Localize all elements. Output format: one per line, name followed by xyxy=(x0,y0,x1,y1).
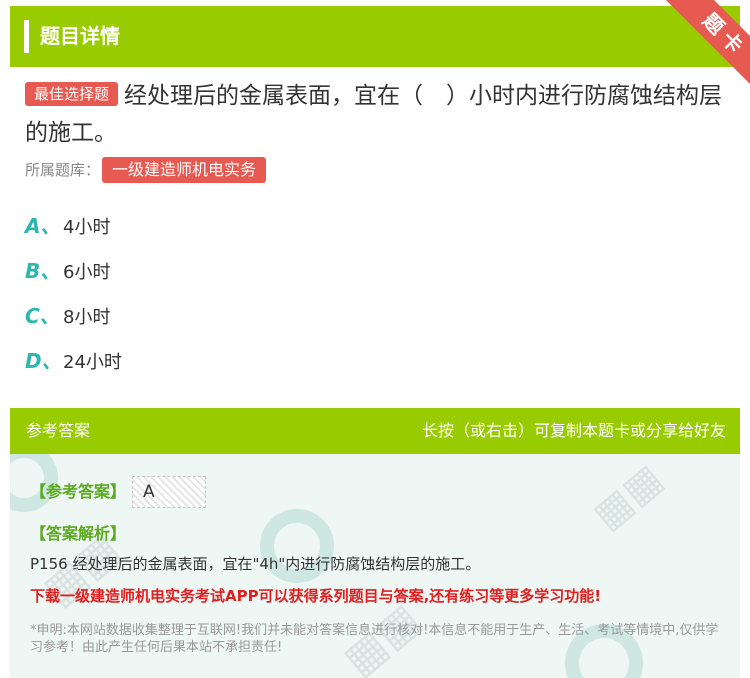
corner-badge: 题卡 xyxy=(659,0,750,90)
question-bank-link[interactable]: 一级建造师机电实务 xyxy=(102,157,267,183)
option-letter: C、 xyxy=(25,304,60,328)
answer-section-header: 参考答案 长按（或右击）可复制本题卡或分享给好友 xyxy=(10,408,740,454)
question-type-badge: 最佳选择题 xyxy=(25,82,119,106)
answer-section-body: ▦▦ ▦▦ ▦▦ 【参考答案】 A 【答案解析】 P156 经处理后的金属表面，… xyxy=(10,454,740,678)
page-header: 题目详情 xyxy=(10,6,740,67)
answer-value[interactable]: A xyxy=(132,476,206,508)
answer-section-title: 参考答案 xyxy=(26,421,91,440)
watermark-pattern: ▦▦ xyxy=(584,455,672,539)
option-a[interactable]: A、 4小时 xyxy=(25,211,110,241)
page-title: 题目详情 xyxy=(40,24,120,48)
question-card-corner: 题卡 xyxy=(640,0,750,90)
question-bank-label: 所属题库： xyxy=(25,161,101,179)
question-bank-row: 所属题库： 一级建造师机电实务 xyxy=(25,157,267,183)
option-text: 4小时 xyxy=(63,217,111,238)
header-accent-bar xyxy=(24,20,29,53)
option-b[interactable]: B、 6小时 xyxy=(25,256,110,286)
share-hint: 长按（或右击）可复制本题卡或分享给好友 xyxy=(421,421,726,440)
explanation-label: 【答案解析】 xyxy=(30,524,127,543)
option-text: 8小时 xyxy=(63,307,111,328)
app-download-promo[interactable]: 下载一级建造师机电实务考试APP可以获得系列题目与答案,还有练习等更多学习功能! xyxy=(30,585,601,607)
option-letter: D、 xyxy=(25,349,62,373)
question-text: 经处理后的金属表面，宜在（ ）小时内进行防腐蚀结构层的施工。 xyxy=(25,83,723,146)
option-d[interactable]: D、24小时 xyxy=(25,346,122,376)
explanation-text: P156 经处理后的金属表面，宜在"4h"内进行防腐蚀结构层的施工。 xyxy=(30,555,481,573)
answer-label: 【参考答案】 xyxy=(30,482,127,501)
option-letter: B、 xyxy=(25,259,61,283)
option-text: 24小时 xyxy=(63,352,122,373)
option-text: 6小时 xyxy=(63,262,111,283)
option-c[interactable]: C、 8小时 xyxy=(25,301,110,331)
option-letter: A、 xyxy=(25,214,61,238)
disclaimer-text: *申明:本网站数据收集整理于互联网!我们并未能对答案信息进行核对!本信息不能用于… xyxy=(30,623,719,655)
question-stem: 最佳选择题 经处理后的金属表面，宜在（ ）小时内进行防腐蚀结构层的施工。 xyxy=(25,78,725,152)
